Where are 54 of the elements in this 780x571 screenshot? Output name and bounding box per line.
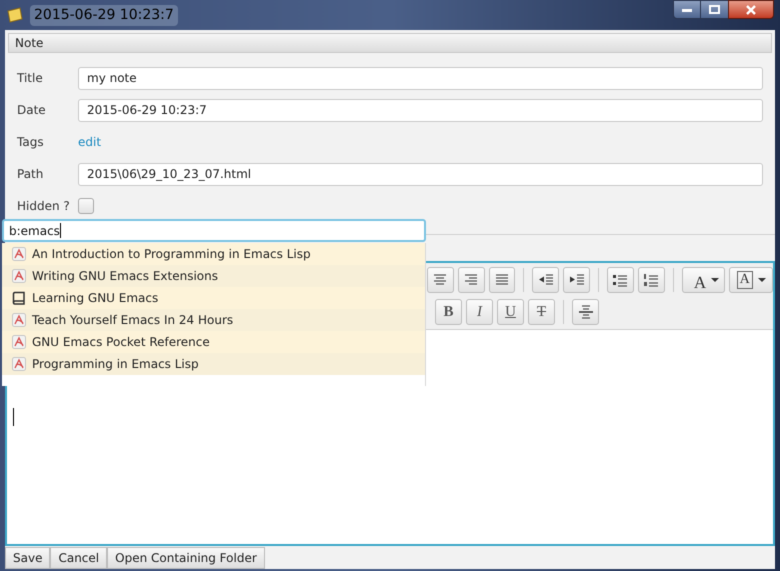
suggestion-item[interactable]: GNU Emacs Pocket Reference	[2, 331, 425, 353]
caret-icon	[711, 278, 720, 282]
outdent-button[interactable]	[532, 267, 560, 293]
window-title: 2015-06-29 10:23:7	[30, 4, 178, 26]
close-icon	[745, 4, 757, 14]
italic-button[interactable]: I	[466, 299, 493, 325]
suggestion-item[interactable]: Programming in Emacs Lisp	[2, 353, 425, 375]
text-field[interactable]: 2015-06-29 10:23:7	[78, 98, 763, 122]
suggestion-item[interactable]: Writing GNU Emacs Extensions	[2, 265, 425, 287]
close-button[interactable]	[728, 0, 774, 19]
minimize-button[interactable]	[673, 0, 701, 19]
underline-button[interactable]: U	[497, 299, 524, 325]
align-right-button[interactable]	[458, 267, 485, 293]
hidden-checkbox[interactable]	[78, 198, 94, 214]
suggestion-item[interactable]: An Introduction to Programming in Emacs Lisp	[2, 243, 425, 265]
text-field[interactable]: my note	[78, 66, 763, 90]
rule-button[interactable]	[572, 299, 599, 325]
pdf-icon	[12, 357, 26, 371]
pdf-icon	[12, 335, 26, 349]
maximize-button[interactable]	[701, 0, 728, 19]
minimize-icon	[682, 8, 692, 12]
book-icon	[12, 291, 26, 305]
pdf-icon	[12, 313, 26, 327]
indent-button[interactable]	[563, 267, 590, 293]
text-cursor	[13, 408, 14, 426]
field-label: Tags	[17, 134, 45, 151]
search-text: b:emacs	[9, 222, 60, 240]
bullets-button[interactable]	[607, 267, 634, 293]
numbers-icon	[642, 271, 660, 289]
pdf-icon	[12, 269, 26, 283]
field-label: Hidden ?	[17, 198, 71, 215]
footer-button[interactable]: Open Containing Folder	[107, 547, 265, 569]
bold-button[interactable]: B	[435, 299, 462, 325]
justify-button[interactable]	[488, 267, 516, 293]
maximize-icon	[709, 5, 720, 14]
pdf-icon	[12, 247, 26, 261]
strike-button[interactable]: T	[528, 299, 555, 325]
align-center-button[interactable]	[427, 267, 454, 293]
search-field[interactable]: b:emacs	[2, 219, 426, 242]
section-header: Note	[8, 33, 772, 53]
caret-icon	[758, 278, 766, 282]
highlight-button[interactable]: A	[729, 267, 774, 293]
field-label: Date	[17, 102, 47, 119]
note-icon	[6, 7, 24, 23]
suggestion-item[interactable]: Teach Yourself Emacs In 24 Hours	[2, 309, 425, 331]
footer-button[interactable]: Save	[5, 547, 50, 569]
text-color-button[interactable]: A	[682, 267, 726, 293]
suggestion-item[interactable]: Learning GNU Emacs	[2, 287, 425, 309]
numbers-button[interactable]	[638, 267, 665, 293]
rule-icon	[576, 303, 594, 321]
text-field[interactable]: 2015\06\29_10_23_07.html	[78, 162, 763, 186]
field-label: Title	[17, 70, 44, 87]
footer-button[interactable]: Cancel	[50, 547, 108, 569]
field-label: Path	[17, 166, 44, 183]
